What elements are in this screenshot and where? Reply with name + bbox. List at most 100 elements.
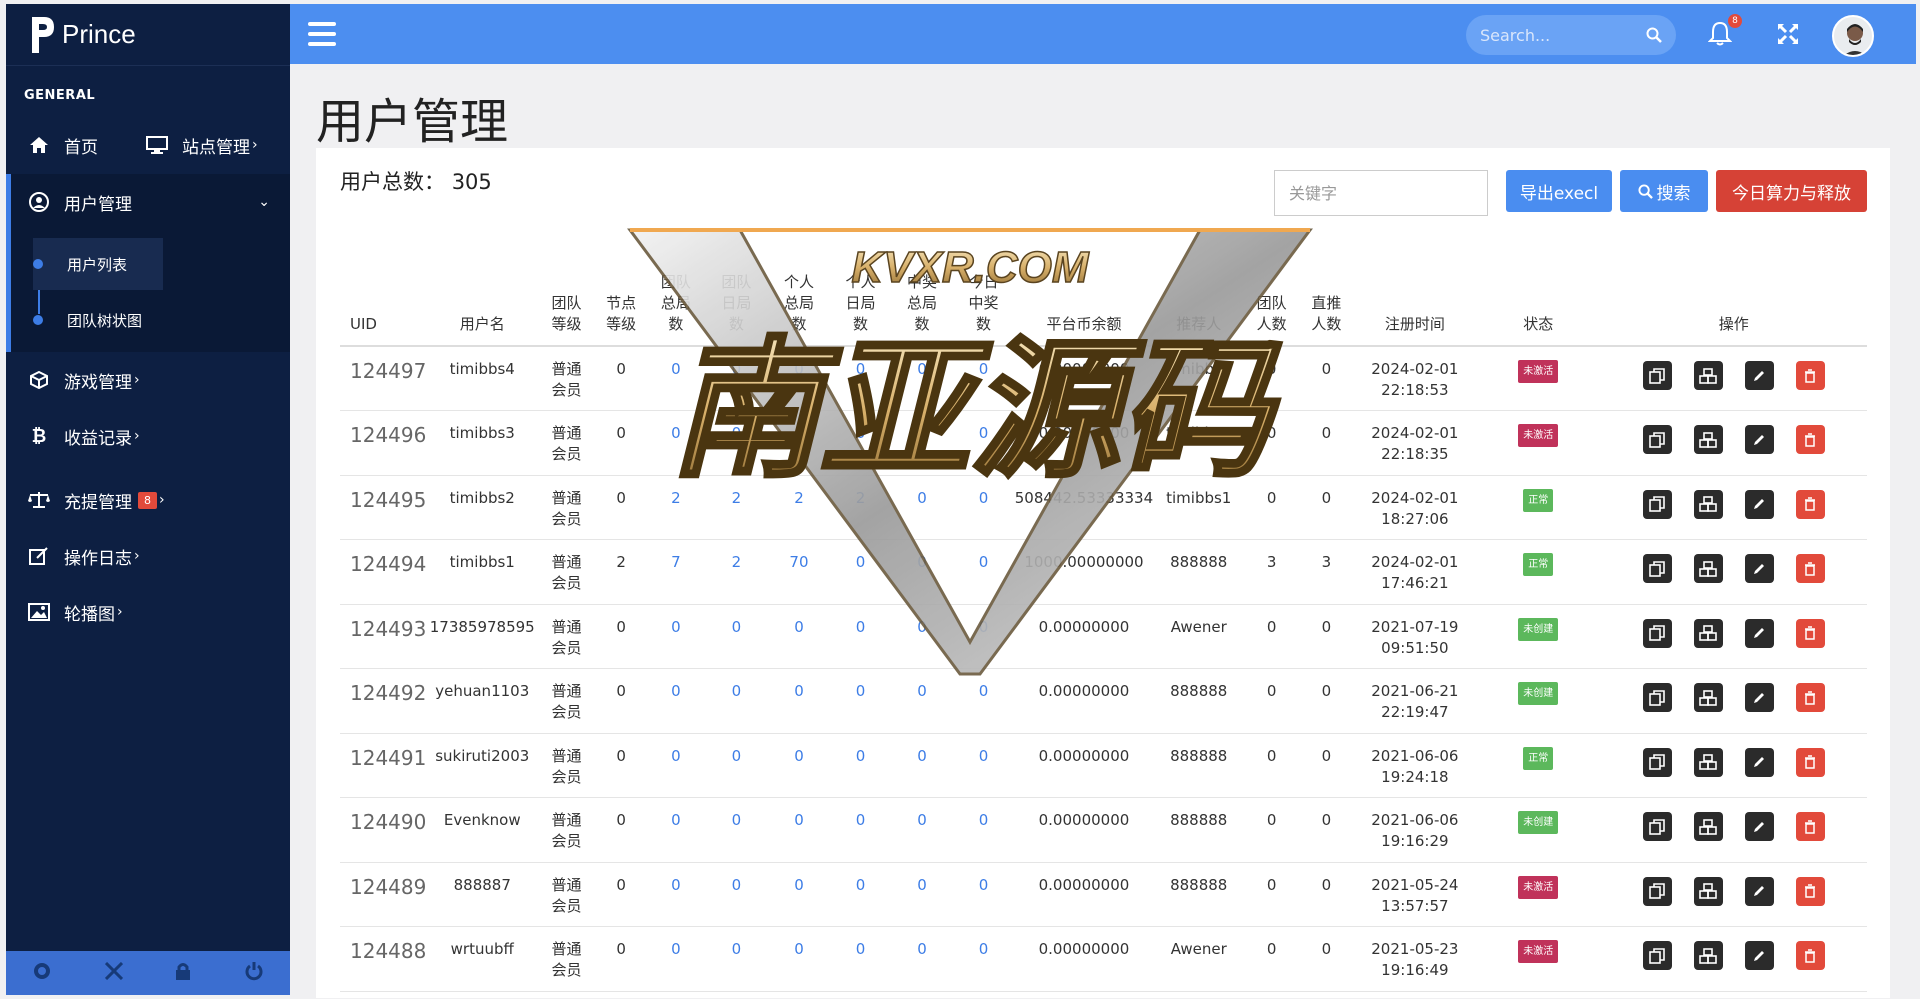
- cell-p-total[interactable]: 0: [768, 733, 830, 798]
- cell-t-total[interactable]: 0: [647, 410, 705, 476]
- copy-button[interactable]: [1642, 489, 1672, 519]
- cubes-button[interactable]: [1693, 361, 1723, 390]
- cell-p-day[interactable]: 0: [829, 604, 892, 669]
- user-avatar[interactable]: [1832, 15, 1874, 57]
- edit-button[interactable]: [1744, 747, 1774, 777]
- sidebar-item-user-manage[interactable]: 用户管理 ⌄: [6, 174, 290, 230]
- power-icon[interactable]: [244, 961, 264, 985]
- edit-button[interactable]: [1744, 812, 1774, 841]
- cell-w-today[interactable]: 0: [952, 475, 1015, 540]
- today-compute-button[interactable]: 今日算力与释放: [1716, 170, 1867, 212]
- cubes-button[interactable]: [1693, 425, 1723, 454]
- notification-bell[interactable]: 8: [1707, 14, 1742, 50]
- cell-p-total[interactable]: 0: [768, 346, 830, 411]
- copy-button[interactable]: [1642, 618, 1672, 648]
- cell-w-total[interactable]: 0: [891, 604, 953, 669]
- cell-t-total[interactable]: 0: [647, 346, 705, 411]
- copy-button[interactable]: [1642, 554, 1672, 583]
- delete-button[interactable]: [1795, 747, 1825, 777]
- cell-t-total[interactable]: 0: [647, 604, 705, 669]
- brand[interactable]: Prince: [6, 4, 290, 66]
- edit-button[interactable]: [1744, 618, 1774, 648]
- cell-t-total[interactable]: 0: [647, 797, 705, 863]
- copy-button[interactable]: [1642, 941, 1672, 970]
- cell-t-day[interactable]: 2: [704, 475, 769, 540]
- cell-w-today[interactable]: 0: [952, 410, 1015, 476]
- cubes-button[interactable]: [1693, 941, 1723, 970]
- cell-p-day[interactable]: 0: [829, 733, 892, 798]
- cell-t-day[interactable]: 0: [704, 346, 769, 411]
- copy-button[interactable]: [1642, 425, 1672, 454]
- cubes-button[interactable]: [1693, 683, 1723, 712]
- sidebar-item-op-log[interactable]: 操作日志 ›: [6, 528, 290, 584]
- cell-t-total[interactable]: 0: [647, 926, 705, 992]
- delete-button[interactable]: [1795, 361, 1825, 390]
- cell-p-total[interactable]: 0: [768, 926, 830, 992]
- cell-p-day[interactable]: 0: [829, 862, 892, 927]
- cell-w-total[interactable]: 0: [891, 668, 953, 734]
- cell-p-total[interactable]: 2: [768, 475, 830, 540]
- cell-p-total[interactable]: 0: [768, 604, 830, 669]
- cubes-button[interactable]: [1693, 812, 1723, 841]
- sidebar-item-user-list[interactable]: 用户列表: [33, 238, 163, 290]
- search-button[interactable]: 搜索: [1620, 170, 1708, 212]
- lock-icon[interactable]: [175, 962, 191, 984]
- edit-button[interactable]: [1744, 554, 1774, 583]
- cell-p-day[interactable]: 0: [829, 668, 892, 734]
- delete-button[interactable]: [1795, 683, 1825, 712]
- delete-button[interactable]: [1795, 425, 1825, 454]
- cell-p-total[interactable]: 0: [768, 410, 830, 476]
- cubes-button[interactable]: [1693, 618, 1723, 648]
- cell-p-total[interactable]: 0: [768, 862, 830, 927]
- cell-p-day[interactable]: 2: [829, 475, 892, 540]
- delete-button[interactable]: [1795, 618, 1825, 648]
- sidebar-item-game-manage[interactable]: 游戏管理 ›: [6, 352, 290, 408]
- cell-w-total[interactable]: 0: [891, 733, 953, 798]
- delete-button[interactable]: [1795, 554, 1825, 583]
- cell-w-total[interactable]: 0: [891, 346, 953, 411]
- copy-button[interactable]: [1642, 747, 1672, 777]
- export-excel-button[interactable]: 导出execl: [1506, 170, 1612, 212]
- cell-t-total[interactable]: 0: [647, 668, 705, 734]
- search-icon[interactable]: [1646, 27, 1662, 43]
- keyword-input[interactable]: [1274, 170, 1488, 216]
- cell-p-day[interactable]: 0: [829, 926, 892, 992]
- cell-t-day[interactable]: 0: [704, 604, 769, 669]
- cell-t-day[interactable]: 0: [704, 797, 769, 863]
- cubes-button[interactable]: [1693, 876, 1723, 906]
- cell-p-day[interactable]: 0: [829, 797, 892, 863]
- cell-t-day[interactable]: 0: [704, 926, 769, 992]
- expand-icon[interactable]: [1776, 22, 1800, 50]
- cell-w-total[interactable]: 0: [891, 797, 953, 863]
- cell-w-total[interactable]: 0: [891, 539, 953, 605]
- edit-button[interactable]: [1744, 683, 1774, 712]
- cell-w-today[interactable]: 0: [952, 539, 1015, 605]
- cell-t-day[interactable]: 0: [704, 410, 769, 476]
- delete-button[interactable]: [1795, 941, 1825, 970]
- cell-t-day[interactable]: 2: [704, 539, 769, 605]
- settings-gear-icon[interactable]: [32, 961, 52, 985]
- sidebar-item-home[interactable]: 首页: [64, 133, 98, 158]
- copy-button[interactable]: [1642, 361, 1672, 390]
- cell-t-day[interactable]: 0: [704, 668, 769, 734]
- cell-t-total[interactable]: 2: [647, 475, 705, 540]
- copy-button[interactable]: [1642, 876, 1672, 906]
- cell-t-day[interactable]: 0: [704, 733, 769, 798]
- cubes-button[interactable]: [1693, 554, 1723, 583]
- cell-w-total[interactable]: 0: [891, 475, 953, 540]
- fullscreen-icon[interactable]: [104, 961, 123, 984]
- cell-w-total[interactable]: 0: [891, 862, 953, 927]
- cell-t-total[interactable]: 0: [647, 733, 705, 798]
- cell-p-total[interactable]: 70: [768, 539, 830, 605]
- cell-p-day[interactable]: 0: [829, 410, 892, 476]
- delete-button[interactable]: [1795, 876, 1825, 906]
- cubes-button[interactable]: [1693, 489, 1723, 519]
- sidebar-item-withdraw-manage[interactable]: 充提管理 8 ›: [6, 472, 290, 528]
- cell-w-today[interactable]: 0: [952, 926, 1015, 992]
- edit-button[interactable]: [1744, 941, 1774, 970]
- cell-w-total[interactable]: 0: [891, 410, 953, 476]
- cell-p-day[interactable]: 0: [829, 346, 892, 411]
- cell-w-today[interactable]: 0: [952, 862, 1015, 927]
- cell-w-today[interactable]: 0: [952, 604, 1015, 669]
- cubes-button[interactable]: [1693, 747, 1723, 777]
